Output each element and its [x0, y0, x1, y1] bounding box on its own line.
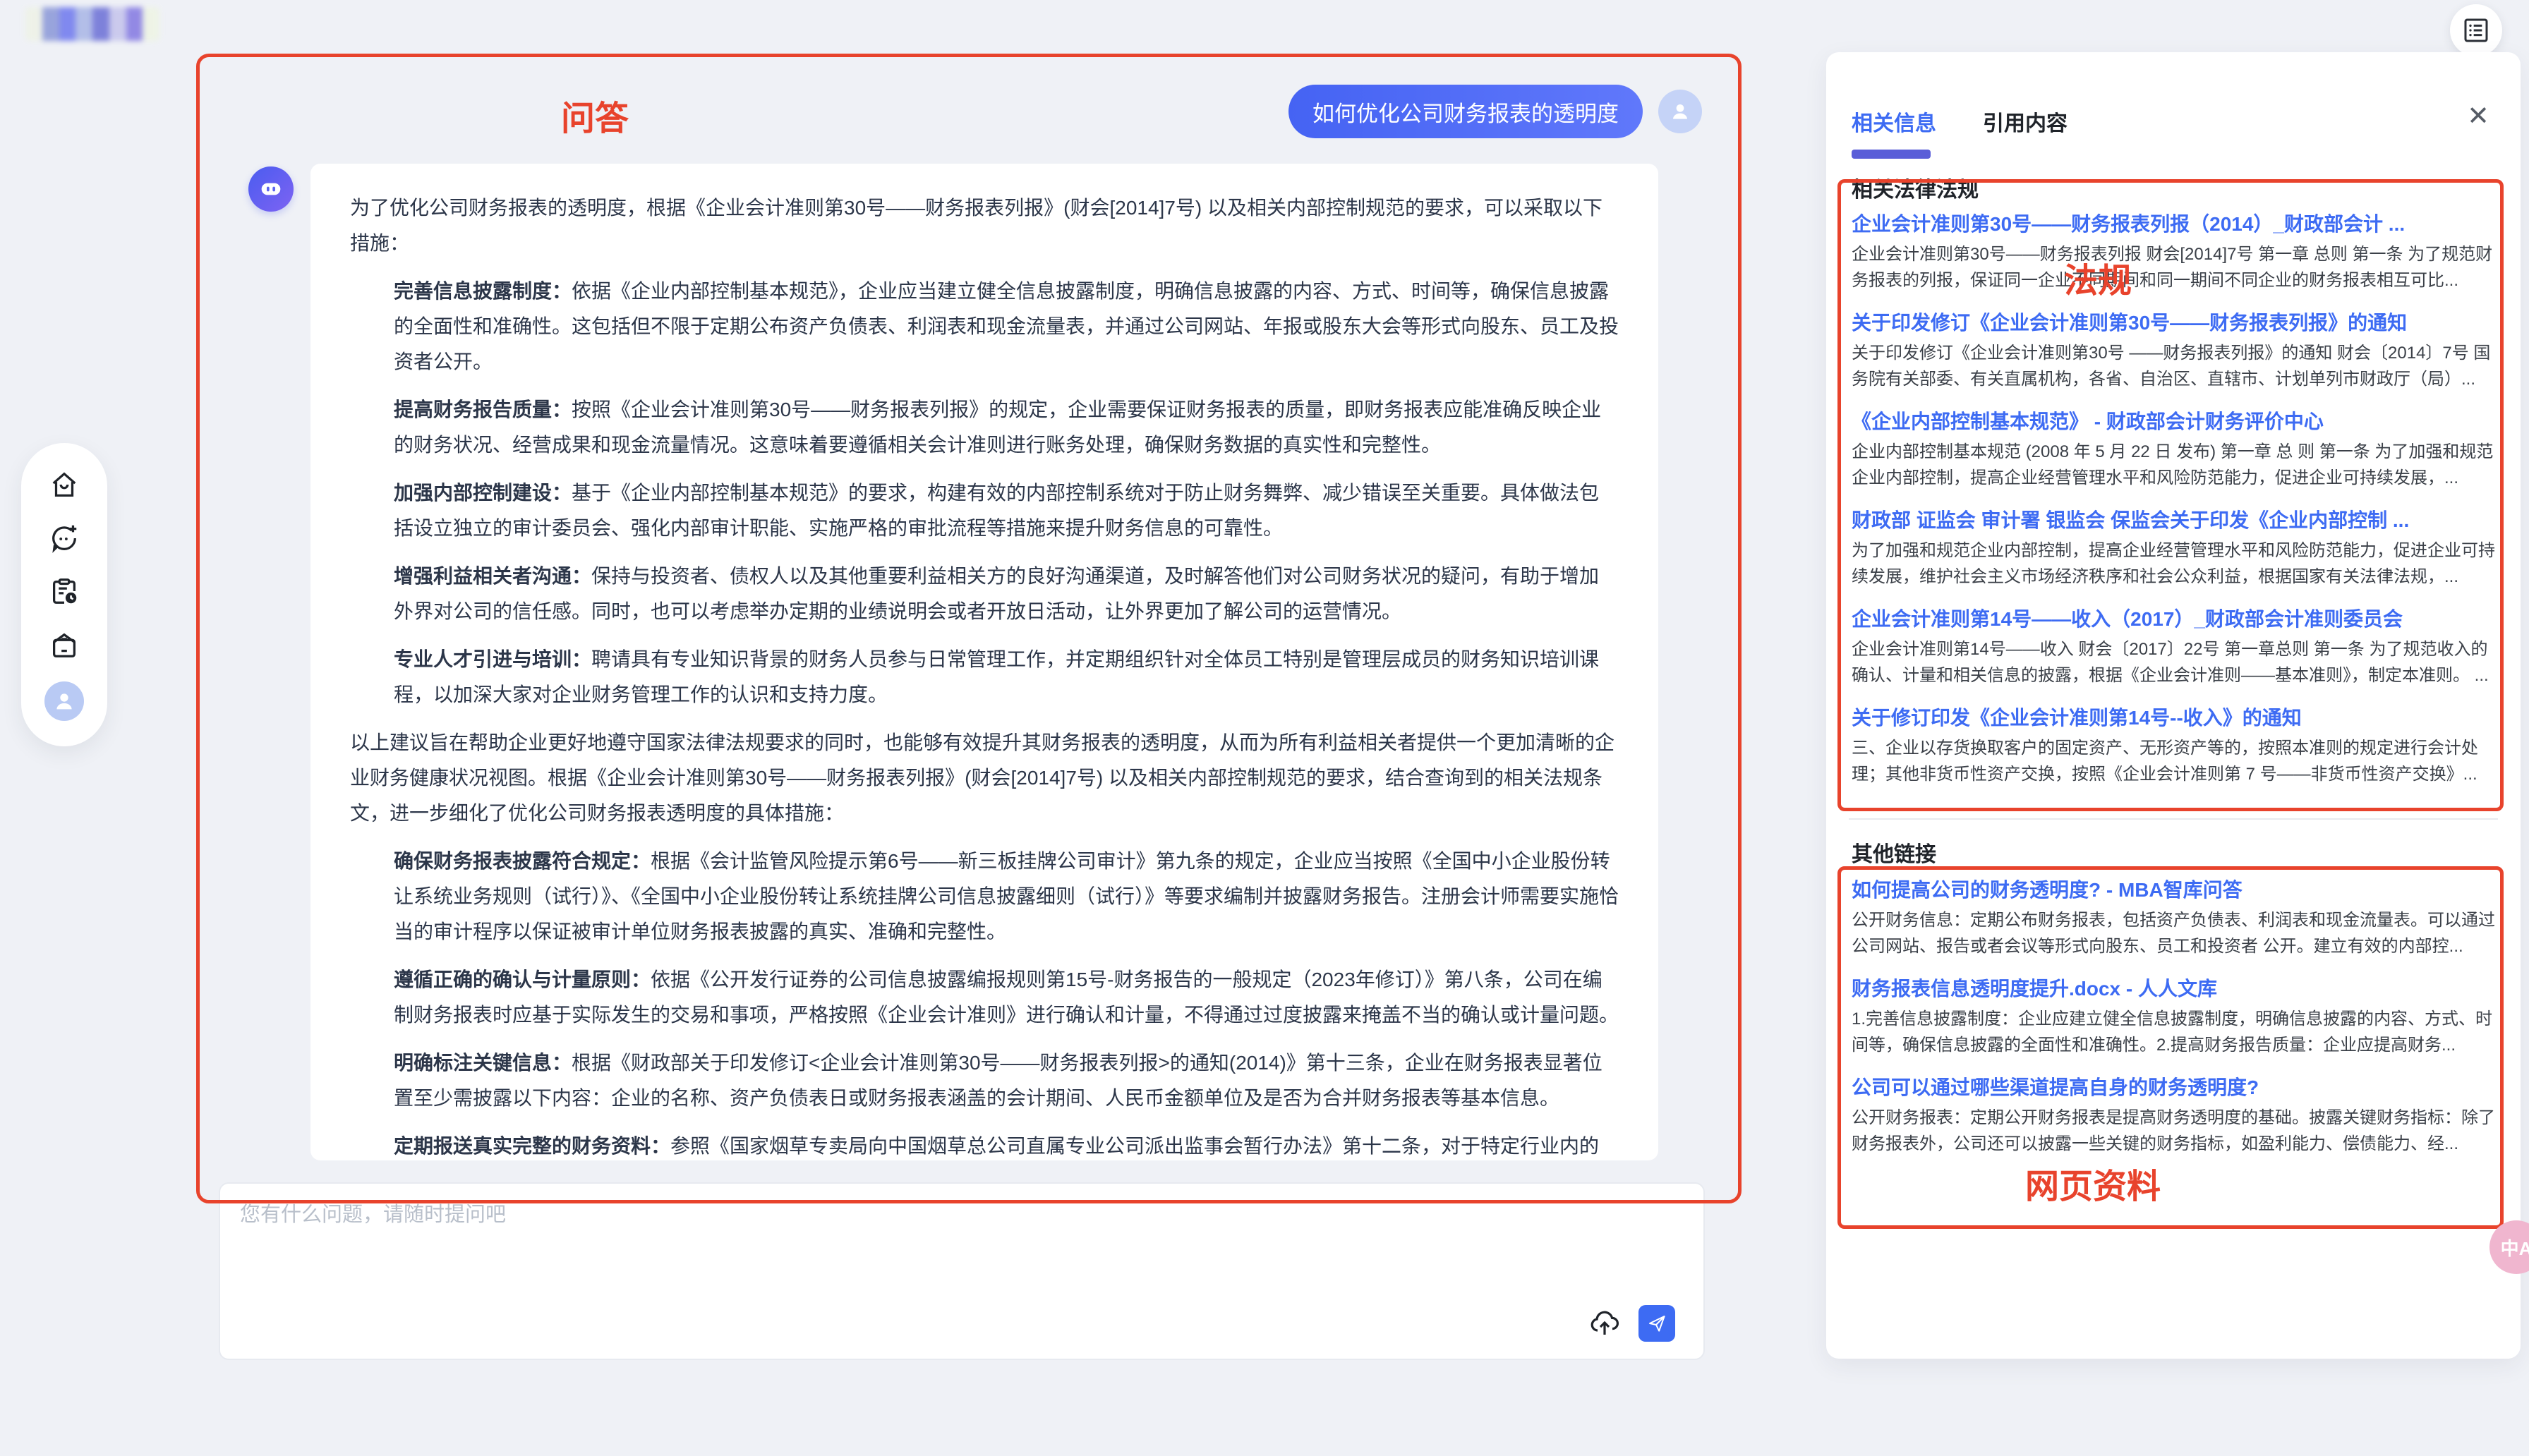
answer-item: 确保财务报表披露符合规定：根据《会计监管风险提示第6号——新三板挂牌公司审计》第… [394, 844, 1619, 950]
other-link-list: 如何提高公司的财务透明度? - MBA智库问答 公开财务信息：定期公布财务报表，… [1852, 876, 2495, 1172]
user-message-row: 如何优化公司财务报表的透明度 [212, 85, 1702, 138]
web-link[interactable]: 公司可以通过哪些渠道提高自身的财务透明度? [1852, 1074, 2495, 1102]
list-item: 企业会计准则第14号——收入（2017）_财政部会计准则委员会 企业会计准则第1… [1852, 605, 2495, 688]
list-item: 关于印发修订《企业会计准则第30号——财务报表列报》的通知 关于印发修订《企业会… [1852, 309, 2495, 392]
list-item: 财务报表信息透明度提升.docx - 人人文库 1.完善信息披露制度：企业应建立… [1852, 975, 2495, 1058]
answer-middle: 以上建议旨在帮助企业更好地遵守国家法律法规要求的同时，也能够有效提升其财务报表的… [350, 725, 1619, 831]
legal-link[interactable]: 关于印发修订《企业会计准则第30号——财务报表列报》的通知 [1852, 309, 2495, 337]
legal-link[interactable]: 企业会计准则第14号——收入（2017）_财政部会计准则委员会 [1852, 605, 2495, 633]
answer-item: 提高财务报告质量：按照《企业会计准则第30号——财务报表列报》的规定，企业需要保… [394, 392, 1619, 463]
conversation-list-icon [2462, 16, 2490, 44]
close-icon[interactable]: ✕ [2467, 103, 2489, 130]
home-icon[interactable] [48, 468, 80, 501]
assistant-message-card: 为了优化公司财务报表的透明度，根据《企业会计准则第30号——财务报表列报》(财会… [310, 164, 1658, 1160]
chat-input[interactable] [240, 1198, 1581, 1304]
user-question-bubble: 如何优化公司财务报表的透明度 [1288, 85, 1643, 138]
chat-input-card [219, 1182, 1705, 1360]
profile-avatar[interactable] [44, 681, 84, 721]
answer-item: 增强利益相关者沟通：保持与投资者、债权人以及其他重要利益相关方的良好沟通渠道，及… [394, 559, 1619, 629]
legal-link[interactable]: 《企业内部控制基本规范》 - 财政部会计财务评价中心 [1852, 408, 2495, 436]
list-item: 企业会计准则第30号——财务报表列报（2014）_财政部会计 ... 企业会计准… [1852, 210, 2495, 293]
legal-link-list: 企业会计准则第30号——财务报表列报（2014）_财政部会计 ... 企业会计准… [1852, 210, 2495, 803]
list-item: 《企业内部控制基本规范》 - 财政部会计财务评价中心 企业内部控制基本规范 (2… [1852, 408, 2495, 491]
answer-item: 遵循正确的确认与计量原则：依据《公开发行证券的公司信息披露编报规则第15号-财务… [394, 962, 1619, 1033]
active-tab-indicator [1852, 150, 1931, 159]
list-item: 公司可以通过哪些渠道提高自身的财务透明度? 公开财务报表：定期公开财务报表是提高… [1852, 1074, 2495, 1157]
list-item: 如何提高公司的财务透明度? - MBA智库问答 公开财务信息：定期公布财务报表，… [1852, 876, 2495, 959]
section-divider [1849, 818, 2498, 820]
answer-item: 明确标注关键信息：根据《财政部关于印发修订<企业会计准则第30号——财务报表列报… [394, 1045, 1619, 1116]
user-avatar [1658, 90, 1702, 133]
answer-item: 加强内部控制建设：基于《企业内部控制基本规范》的要求，构建有效的内部控制系统对于… [394, 475, 1619, 546]
tab-related-info[interactable]: 相关信息 [1852, 106, 1936, 137]
web-link[interactable]: 如何提高公司的财务透明度? - MBA智库问答 [1852, 876, 2495, 904]
assistant-avatar [248, 166, 294, 212]
new-chat-icon[interactable] [48, 522, 80, 554]
cloud-upload-icon[interactable] [1588, 1306, 1622, 1340]
list-item: 关于修订印发《企业会计准则第14号--收入》的通知 三、企业以存货换取客户的固定… [1852, 704, 2495, 787]
reference-panel: 相关信息 引用内容 ✕ 相关法律法规 企业会计准则第30号——财务报表列报（20… [1826, 52, 2521, 1359]
panel-tabs: 相关信息 引用内容 [1852, 106, 2068, 137]
answer-intro: 为了优化公司财务报表的透明度，根据《企业会计准则第30号——财务报表列报》(财会… [350, 190, 1619, 261]
web-link[interactable]: 财务报表信息透明度提升.docx - 人人文库 [1852, 975, 2495, 1003]
app-logo [25, 7, 159, 41]
inbox-icon[interactable] [48, 629, 80, 661]
legal-link[interactable]: 财政部 证监会 审计署 银监会 保监会关于印发《企业内部控制 ... [1852, 506, 2495, 535]
legal-link[interactable]: 企业会计准则第30号——财务报表列报（2014）_财政部会计 ... [1852, 210, 2495, 238]
legal-link[interactable]: 关于修订印发《企业会计准则第14号--收入》的通知 [1852, 704, 2495, 732]
send-button[interactable] [1638, 1305, 1675, 1342]
send-icon [1646, 1313, 1667, 1334]
other-links-header: 其他链接 [1852, 837, 1936, 868]
list-item: 财政部 证监会 审计署 银监会 保监会关于印发《企业内部控制 ... 为了加强和… [1852, 506, 2495, 590]
translate-icon: 中A [2501, 1234, 2529, 1261]
answer-item: 定期报送真实完整的财务资料：参照《国家烟草专卖局向中国烟草总公司直属专业公司派出… [394, 1129, 1619, 1160]
report-history-icon[interactable] [48, 575, 80, 607]
left-sidebar [21, 443, 107, 746]
answer-item: 完善信息披露制度：依据《企业内部控制基本规范》，企业应当建立健全信息披露制度，明… [394, 274, 1619, 380]
legal-section-header: 相关法律法规 [1852, 172, 1979, 203]
answer-item: 专业人才引进与培训：聘请具有专业知识背景的财务人员参与日常管理工作，并定期组织针… [394, 642, 1619, 712]
conversation-list-button[interactable] [2450, 4, 2502, 56]
tab-cited-content[interactable]: 引用内容 [1983, 106, 2068, 137]
